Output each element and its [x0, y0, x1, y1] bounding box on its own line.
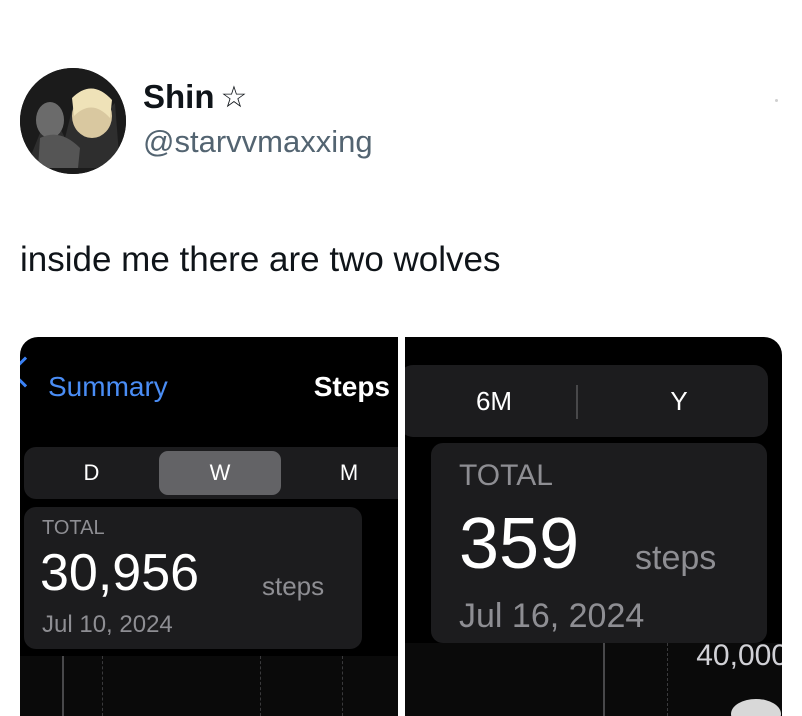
total-label: TOTAL [42, 517, 105, 539]
total-summary-card: TOTAL 30,956 steps Jul 10, 2024 [24, 507, 362, 649]
user-handle[interactable]: @starvvmaxxing [143, 124, 373, 160]
chart-gridline [667, 643, 668, 716]
segment-month[interactable]: M [294, 447, 398, 499]
display-name-text: Shin [143, 78, 215, 115]
segment-year[interactable]: Y [619, 365, 739, 437]
chart-area [20, 656, 398, 716]
segment-day[interactable]: D [24, 447, 159, 499]
left-health-screenshot: Summary Steps D W M TOTAL 30,956 steps J… [20, 337, 398, 716]
steps-unit: steps [262, 571, 325, 601]
chart-gridline [62, 656, 64, 716]
avatar[interactable] [20, 68, 126, 174]
right-health-screenshot: 6M Y TOTAL 359 steps Jul 16, 2024 40,000 [405, 337, 782, 716]
segment-six-months[interactable]: 6M [429, 365, 559, 437]
chevron-left-icon[interactable] [20, 356, 41, 388]
page-title: Steps [313, 371, 390, 402]
star-icon: ☆ [220, 80, 248, 114]
avatar-image [20, 68, 126, 174]
display-name[interactable]: Shin ☆ [143, 78, 247, 116]
chart-gridline [102, 656, 103, 716]
date-label: Jul 16, 2024 [459, 597, 645, 635]
chart-gridline [603, 643, 605, 716]
total-steps-value: 359 [459, 504, 580, 584]
y-axis-label: 40,000 [696, 639, 782, 672]
date-label: Jul 10, 2024 [42, 611, 173, 638]
period-segmented-control: 6M Y [405, 365, 768, 437]
tweet-text: inside me there are two wolves [20, 240, 501, 279]
total-summary-card: TOTAL 359 steps Jul 16, 2024 [431, 443, 767, 643]
total-steps-value: 30,956 [40, 544, 200, 602]
period-segmented-control: D W M [24, 447, 398, 499]
segment-divider [576, 385, 578, 419]
steps-unit: steps [635, 539, 717, 577]
segment-week[interactable]: W [159, 447, 281, 499]
chart-gridline [342, 656, 343, 716]
total-label: TOTAL [459, 459, 553, 492]
summary-back-link[interactable]: Summary [48, 371, 168, 403]
chart-gridline [260, 656, 261, 716]
dot-marker [775, 99, 778, 102]
